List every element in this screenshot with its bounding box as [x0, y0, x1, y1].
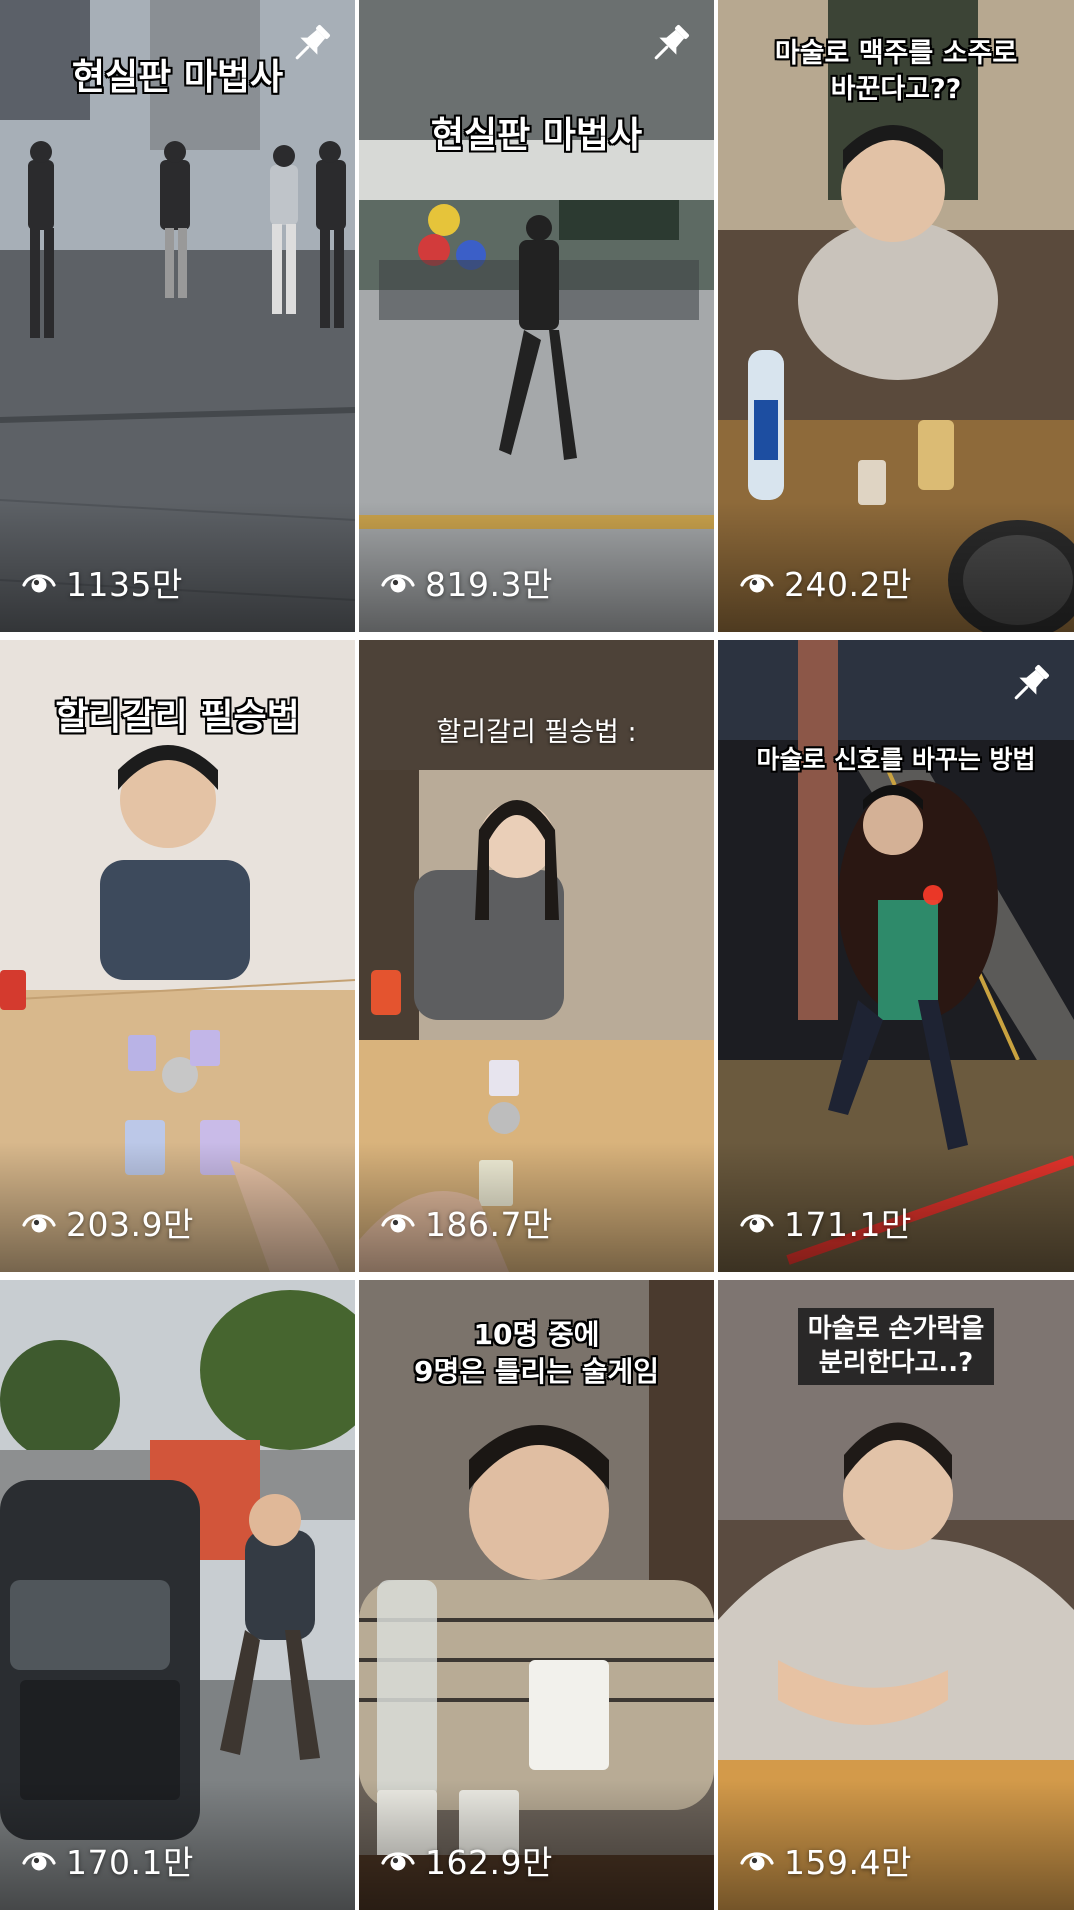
video-caption: 현실판 마법사: [430, 115, 643, 156]
view-count-text: 819.3만: [425, 565, 553, 604]
video-caption: 할리갈리 필승법: [55, 697, 300, 738]
video-tile[interactable]: 10명 중에 9명은 틀리는 술게임 162.9만: [359, 1280, 714, 1910]
eye-icon: [22, 1843, 56, 1877]
view-count-text: 170.1만: [66, 1843, 194, 1882]
video-caption-text: 마술로 손가락을 분리한다고..?: [797, 1308, 995, 1385]
eye-icon: [381, 1843, 415, 1877]
view-count: 186.7만: [381, 1198, 553, 1246]
view-count: 819.3만: [381, 558, 553, 606]
video-caption: 마술로 손가락을 분리한다고..?: [718, 1308, 1074, 1385]
video-caption: 마술로 신호를 바꾸는 방법: [756, 745, 1036, 774]
video-tile[interactable]: 현실판 마법사 819.3만: [359, 0, 714, 632]
eye-icon: [740, 1205, 774, 1239]
eye-icon: [381, 1205, 415, 1239]
eye-icon: [740, 565, 774, 599]
video-tile[interactable]: 마술로 손가락을 분리한다고..? 159.4만: [718, 1280, 1074, 1910]
video-caption: 10명 중에 9명은 틀리는 술게임: [413, 1318, 660, 1389]
view-count-text: 159.4만: [784, 1843, 912, 1882]
video-caption: 마술로 맥주를 소주로 바꾼다고??: [774, 38, 1018, 106]
eye-icon: [22, 1205, 56, 1239]
video-tile[interactable]: 할리갈리 필승법 203.9만: [0, 640, 355, 1272]
view-count: 162.9만: [381, 1836, 553, 1884]
eye-icon: [22, 565, 56, 599]
view-count-text: 1135만: [66, 565, 183, 604]
view-count: 159.4만: [740, 1836, 912, 1884]
pin-icon: [644, 18, 696, 70]
eye-icon: [381, 565, 415, 599]
video-tile[interactable]: 170.1만: [0, 1280, 355, 1910]
view-count: 240.2만: [740, 558, 912, 606]
view-count: 170.1만: [22, 1836, 194, 1884]
pin-icon: [1004, 658, 1056, 710]
view-count: 171.1만: [740, 1198, 912, 1246]
pin-icon: [285, 18, 337, 70]
video-tile[interactable]: 할리갈리 필승법 : 186.7만: [359, 640, 714, 1272]
view-count-text: 203.9만: [66, 1205, 194, 1244]
video-tile[interactable]: 마술로 맥주를 소주로 바꾼다고?? 240.2만: [718, 0, 1074, 632]
video-tile[interactable]: 마술로 신호를 바꾸는 방법 171.1만: [718, 640, 1074, 1272]
view-count-text: 186.7만: [425, 1205, 553, 1244]
view-count-text: 171.1만: [784, 1205, 912, 1244]
view-count-text: 162.9만: [425, 1843, 553, 1882]
view-count: 1135만: [22, 558, 183, 606]
view-count: 203.9만: [22, 1198, 194, 1246]
video-tile[interactable]: 현실판 마법사 1135만: [0, 0, 355, 632]
eye-icon: [740, 1843, 774, 1877]
view-count-text: 240.2만: [784, 565, 912, 604]
video-caption: 할리갈리 필승법 :: [436, 717, 637, 748]
video-grid: 현실판 마법사 1135만 현실판 마법사 819.3만 마술로 맥주를 소주로…: [0, 0, 1074, 1910]
